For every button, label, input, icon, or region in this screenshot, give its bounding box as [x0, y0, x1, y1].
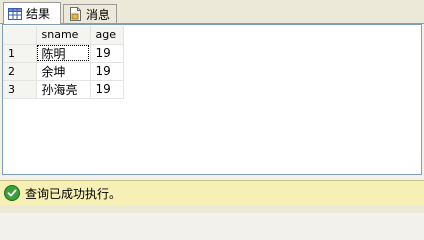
status-bar: 查询已成功执行。 — [0, 180, 424, 205]
success-check-icon — [4, 185, 20, 201]
message-document-icon — [68, 7, 82, 21]
grid-icon — [8, 7, 22, 21]
cell-sname[interactable]: 孙海亮 — [36, 80, 91, 99]
cell-age[interactable]: 19 — [90, 80, 124, 99]
table-row[interactable]: 3 孙海亮 19 — [3, 80, 124, 99]
cell-sname[interactable]: 余坤 — [36, 62, 91, 81]
tab-results-label: 结果 — [26, 7, 51, 21]
grid-header-row: sname age — [3, 26, 124, 45]
results-pane: sname age 1 陈明 19 2 余坤 19 3 孙海亮 19 — [2, 24, 422, 175]
results-grid: sname age 1 陈明 19 2 余坤 19 3 孙海亮 19 — [3, 26, 124, 99]
table-row[interactable]: 1 陈明 19 — [3, 44, 124, 63]
result-tabstrip: 结果 消息 — [0, 0, 424, 24]
tab-messages[interactable]: 消息 — [63, 4, 117, 23]
row-number[interactable]: 1 — [3, 44, 37, 63]
column-header-age[interactable]: age — [90, 26, 124, 45]
table-row[interactable]: 2 余坤 19 — [3, 62, 124, 81]
row-number[interactable]: 3 — [3, 80, 37, 99]
cell-age[interactable]: 19 — [90, 62, 124, 81]
cell-sname[interactable]: 陈明 — [36, 44, 91, 63]
grid-corner[interactable] — [3, 26, 37, 45]
bottom-strip — [0, 205, 424, 213]
row-number[interactable]: 2 — [3, 62, 37, 81]
column-header-sname[interactable]: sname — [36, 26, 91, 45]
cell-age[interactable]: 19 — [90, 44, 124, 63]
status-message: 查询已成功执行。 — [25, 186, 122, 201]
tab-results[interactable]: 结果 — [3, 2, 61, 24]
tab-messages-label: 消息 — [86, 7, 111, 22]
